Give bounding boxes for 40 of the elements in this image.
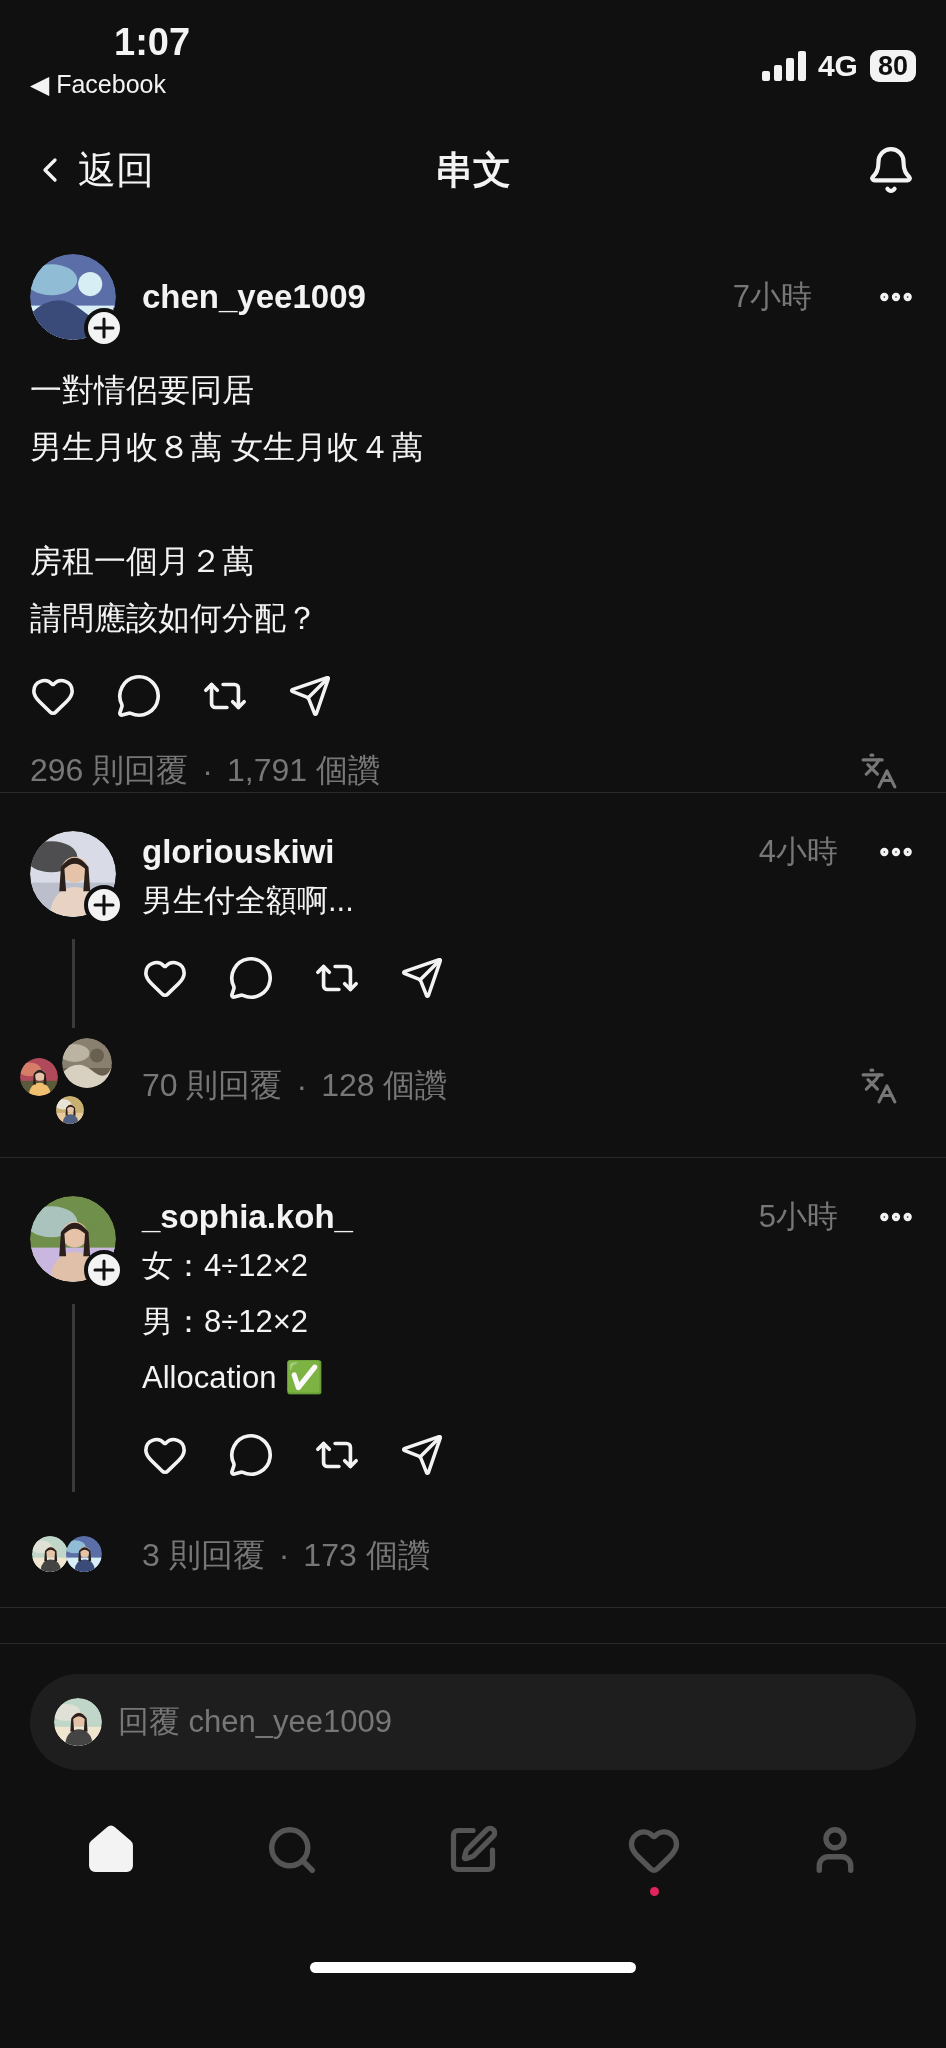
translate-icon[interactable] bbox=[860, 1067, 898, 1105]
back-button[interactable]: 返回 bbox=[30, 144, 154, 196]
reply-count[interactable]: 296 則回覆 bbox=[30, 749, 189, 793]
post-time: 7小時 bbox=[732, 278, 812, 316]
page-title: 串文 bbox=[435, 147, 511, 193]
comment-icon[interactable] bbox=[228, 1432, 274, 1478]
username[interactable]: chen_yee1009 bbox=[142, 278, 707, 316]
post-text: 房租一個月２萬 bbox=[30, 542, 255, 581]
separator-dot: · bbox=[296, 1067, 308, 1105]
battery-level: 80 bbox=[869, 50, 916, 82]
network-type: 4G bbox=[817, 49, 858, 83]
post-text: 一對情侶要同居 bbox=[30, 371, 255, 410]
reply-count[interactable]: 70 則回覆 bbox=[142, 1064, 283, 1108]
back-to-app-link[interactable]: ◀ Facebook bbox=[30, 68, 166, 100]
reply-field[interactable]: 回覆 chen_yee1009 bbox=[30, 1674, 916, 1770]
like-count[interactable]: 173 個讚 bbox=[303, 1533, 430, 1578]
comment-text: 女：4÷12×2 bbox=[142, 1247, 310, 1285]
username[interactable]: gloriouskiwi bbox=[142, 833, 759, 871]
signal-icon bbox=[761, 51, 806, 81]
like-count[interactable]: 1,791 個讚 bbox=[226, 749, 380, 793]
reply-input[interactable]: 回覆 chen_yee1009 bbox=[116, 1703, 892, 1741]
comment-text: Allocation ✅ bbox=[142, 1359, 326, 1397]
comment-icon[interactable] bbox=[228, 955, 274, 1001]
comment-text: 男生付全額啊... bbox=[142, 882, 355, 920]
share-icon[interactable] bbox=[400, 955, 444, 1001]
comment-time: 5小時 bbox=[758, 1198, 838, 1236]
share-icon[interactable] bbox=[288, 673, 332, 719]
like-count[interactable]: 128 個讚 bbox=[321, 1064, 448, 1108]
post-text: 男生月收８萬 女生月收４萬 bbox=[30, 428, 424, 467]
comment-text: 男：8÷12×2 bbox=[142, 1303, 310, 1341]
comment-icon[interactable] bbox=[116, 673, 162, 719]
separator-dot: · bbox=[278, 1537, 290, 1574]
comment-time: 4小時 bbox=[758, 833, 838, 871]
status-time: 1:07 bbox=[114, 20, 191, 65]
separator-dot: · bbox=[202, 752, 213, 790]
share-icon[interactable] bbox=[400, 1432, 444, 1478]
translate-icon[interactable] bbox=[860, 752, 898, 790]
username[interactable]: _sophia.koh_ bbox=[142, 1198, 759, 1236]
post-text: 請問應該如何分配？ bbox=[30, 599, 319, 638]
reply-count[interactable]: 3 則回覆 bbox=[142, 1533, 265, 1578]
